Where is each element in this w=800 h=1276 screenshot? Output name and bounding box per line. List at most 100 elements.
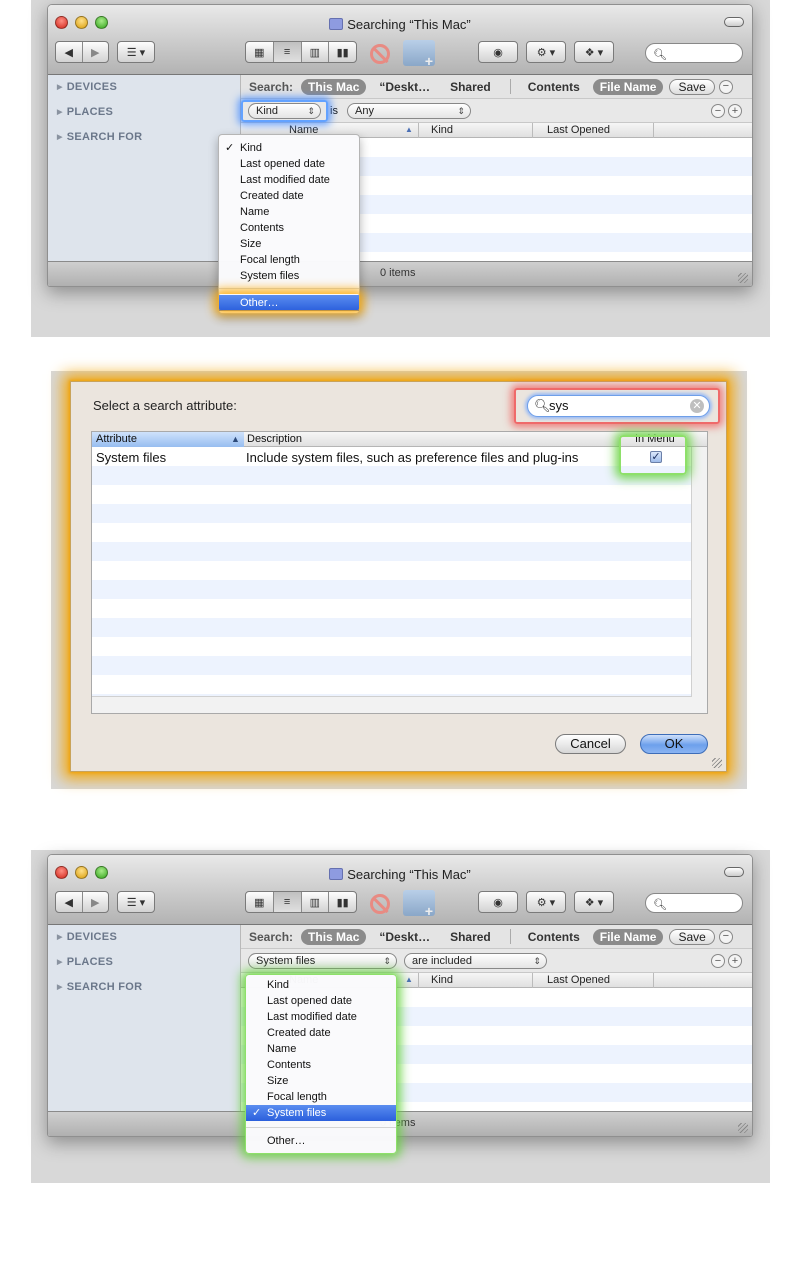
menu-item-last-modified[interactable]: Last modified date [219, 172, 359, 188]
cover-flow-icon[interactable]: ▮▮ [329, 42, 356, 62]
scope-desktop[interactable]: “Deskt… [372, 929, 437, 945]
scope-shared[interactable]: Shared [443, 929, 498, 945]
sidebar-devices[interactable]: DEVICES [57, 931, 117, 943]
menu-item-last-opened[interactable]: Last opened date [246, 993, 396, 1009]
remove-icon[interactable]: − [718, 929, 733, 944]
menu-item-created[interactable]: Created date [246, 1025, 396, 1041]
remove-criterion-icon[interactable]: − [711, 954, 725, 968]
menu-item-other[interactable]: Other… [246, 1133, 396, 1149]
back-arrow-icon[interactable]: ◀ [56, 42, 83, 62]
value-popup[interactable]: are included [404, 953, 547, 969]
quick-look-button[interactable]: ◉ [478, 41, 518, 63]
stop-icon [370, 44, 390, 64]
operator-label: is [330, 105, 338, 117]
resize-grip-icon[interactable] [712, 758, 722, 768]
toolbar-toggle-button[interactable] [724, 17, 744, 27]
menu-item-size[interactable]: Size [246, 1073, 396, 1089]
cancel-button[interactable]: Cancel [555, 734, 626, 754]
menu-item-focal-length[interactable]: Focal length [219, 252, 359, 268]
scope-divider [509, 79, 511, 94]
search-input[interactable]: 🔍︎ [645, 893, 743, 913]
sidebar-places[interactable]: PLACES [57, 106, 113, 118]
remove-icon[interactable]: − [718, 79, 733, 94]
list-view-icon[interactable]: ≡ [273, 892, 302, 912]
menu-item-name[interactable]: Name [246, 1041, 396, 1057]
menu-item-last-modified[interactable]: Last modified date [246, 1009, 396, 1025]
menu-item-last-opened[interactable]: Last opened date [219, 156, 359, 172]
scope-contents[interactable]: Contents [521, 79, 587, 95]
save-search-button[interactable]: Save [669, 78, 715, 95]
attribute-menu: Kind Last opened date Last modified date… [218, 134, 360, 314]
cover-flow-icon[interactable]: ▮▮ [329, 892, 356, 912]
menu-item-system-files[interactable]: System files [246, 1105, 396, 1121]
clear-search-icon[interactable]: ✕ [690, 399, 704, 413]
column-attribute[interactable]: Attribute [96, 433, 137, 445]
view-mode-control[interactable]: ▦ ≡ ▥ ▮▮ [245, 41, 357, 63]
save-search-button[interactable]: Save [669, 928, 715, 945]
toolbar-toggle-button[interactable] [724, 867, 744, 877]
ok-button[interactable]: OK [640, 734, 708, 754]
scope-desktop[interactable]: “Deskt… [372, 79, 437, 95]
dropbox-menu-button[interactable]: ❖ ▾ [574, 891, 614, 913]
quick-look-button[interactable]: ◉ [478, 891, 518, 913]
search-scope-bar: Search: This Mac “Deskt… Shared Contents… [241, 925, 752, 949]
arrange-menu-button[interactable]: ☰ ▾ [117, 891, 155, 913]
add-criterion-icon[interactable]: + [728, 954, 742, 968]
back-forward-control[interactable]: ◀ ▶ [55, 41, 109, 63]
column-description[interactable]: Description [247, 433, 302, 445]
sidebar-places[interactable]: PLACES [57, 956, 113, 968]
attribute-search-input[interactable]: 🔍︎ sys ✕ [527, 395, 710, 417]
scope-shared[interactable]: Shared [443, 79, 498, 95]
resize-grip-icon[interactable] [738, 273, 748, 283]
add-criterion-icon[interactable]: + [728, 104, 742, 118]
dropbox-menu-button[interactable]: ❖ ▾ [574, 41, 614, 63]
menu-item-size[interactable]: Size [219, 236, 359, 252]
search-input[interactable]: 🔍︎ [645, 43, 743, 63]
menu-item-created[interactable]: Created date [219, 188, 359, 204]
scope-this-mac[interactable]: This Mac [301, 78, 367, 95]
arrange-menu-button[interactable]: ☰ ▾ [117, 41, 155, 63]
scope-file-name[interactable]: File Name [592, 928, 664, 945]
column-view-icon[interactable]: ▥ [302, 892, 330, 912]
action-gear-button[interactable]: ⚙ ▾ [526, 891, 566, 913]
attribute-search-value: sys [549, 398, 569, 413]
scope-file-name[interactable]: File Name [592, 78, 664, 95]
action-gear-button[interactable]: ⚙ ▾ [526, 41, 566, 63]
list-view-icon[interactable]: ≡ [273, 42, 302, 62]
icon-view-icon[interactable]: ▦ [246, 892, 274, 912]
forward-arrow-icon[interactable]: ▶ [83, 892, 109, 912]
menu-item-system-files[interactable]: System files [219, 268, 359, 284]
back-arrow-icon[interactable]: ◀ [56, 892, 83, 912]
view-mode-control[interactable]: ▦ ≡ ▥ ▮▮ [245, 891, 357, 913]
sidebar-search-for[interactable]: SEARCH FOR [57, 131, 142, 143]
new-folder-icon[interactable] [403, 40, 435, 69]
column-kind[interactable]: Kind [431, 124, 453, 136]
back-forward-control[interactable]: ◀ ▶ [55, 891, 109, 913]
menu-item-kind[interactable]: Kind [246, 977, 396, 993]
row-attribute-system-files[interactable]: System files [96, 450, 166, 465]
menu-item-contents[interactable]: Contents [219, 220, 359, 236]
menu-item-focal-length[interactable]: Focal length [246, 1089, 396, 1105]
sidebar-search-for[interactable]: SEARCH FOR [57, 981, 142, 993]
remove-criterion-icon[interactable]: − [711, 104, 725, 118]
row-description-system-files[interactable]: Include system files, such as preference… [246, 450, 578, 465]
menu-item-kind[interactable]: Kind [219, 140, 359, 156]
forward-arrow-icon[interactable]: ▶ [83, 42, 109, 62]
column-kind[interactable]: Kind [431, 974, 453, 986]
menu-item-name[interactable]: Name [219, 204, 359, 220]
column-last-opened[interactable]: Last Opened [547, 974, 610, 986]
value-popup[interactable]: Any [347, 103, 471, 119]
scope-contents[interactable]: Contents [521, 929, 587, 945]
menu-item-contents[interactable]: Contents [246, 1057, 396, 1073]
horizontal-scrollbar[interactable] [92, 696, 692, 713]
scope-this-mac[interactable]: This Mac [301, 928, 367, 945]
resize-grip-icon[interactable] [738, 1123, 748, 1133]
vertical-scrollbar[interactable] [691, 447, 707, 713]
column-last-opened[interactable]: Last Opened [547, 124, 610, 136]
attribute-popup[interactable]: System files [248, 953, 397, 969]
column-view-icon[interactable]: ▥ [302, 42, 330, 62]
icon-view-icon[interactable]: ▦ [246, 42, 274, 62]
new-folder-icon[interactable] [403, 890, 435, 919]
status-bar: 0 items [48, 1111, 752, 1136]
sidebar-devices[interactable]: DEVICES [57, 81, 117, 93]
